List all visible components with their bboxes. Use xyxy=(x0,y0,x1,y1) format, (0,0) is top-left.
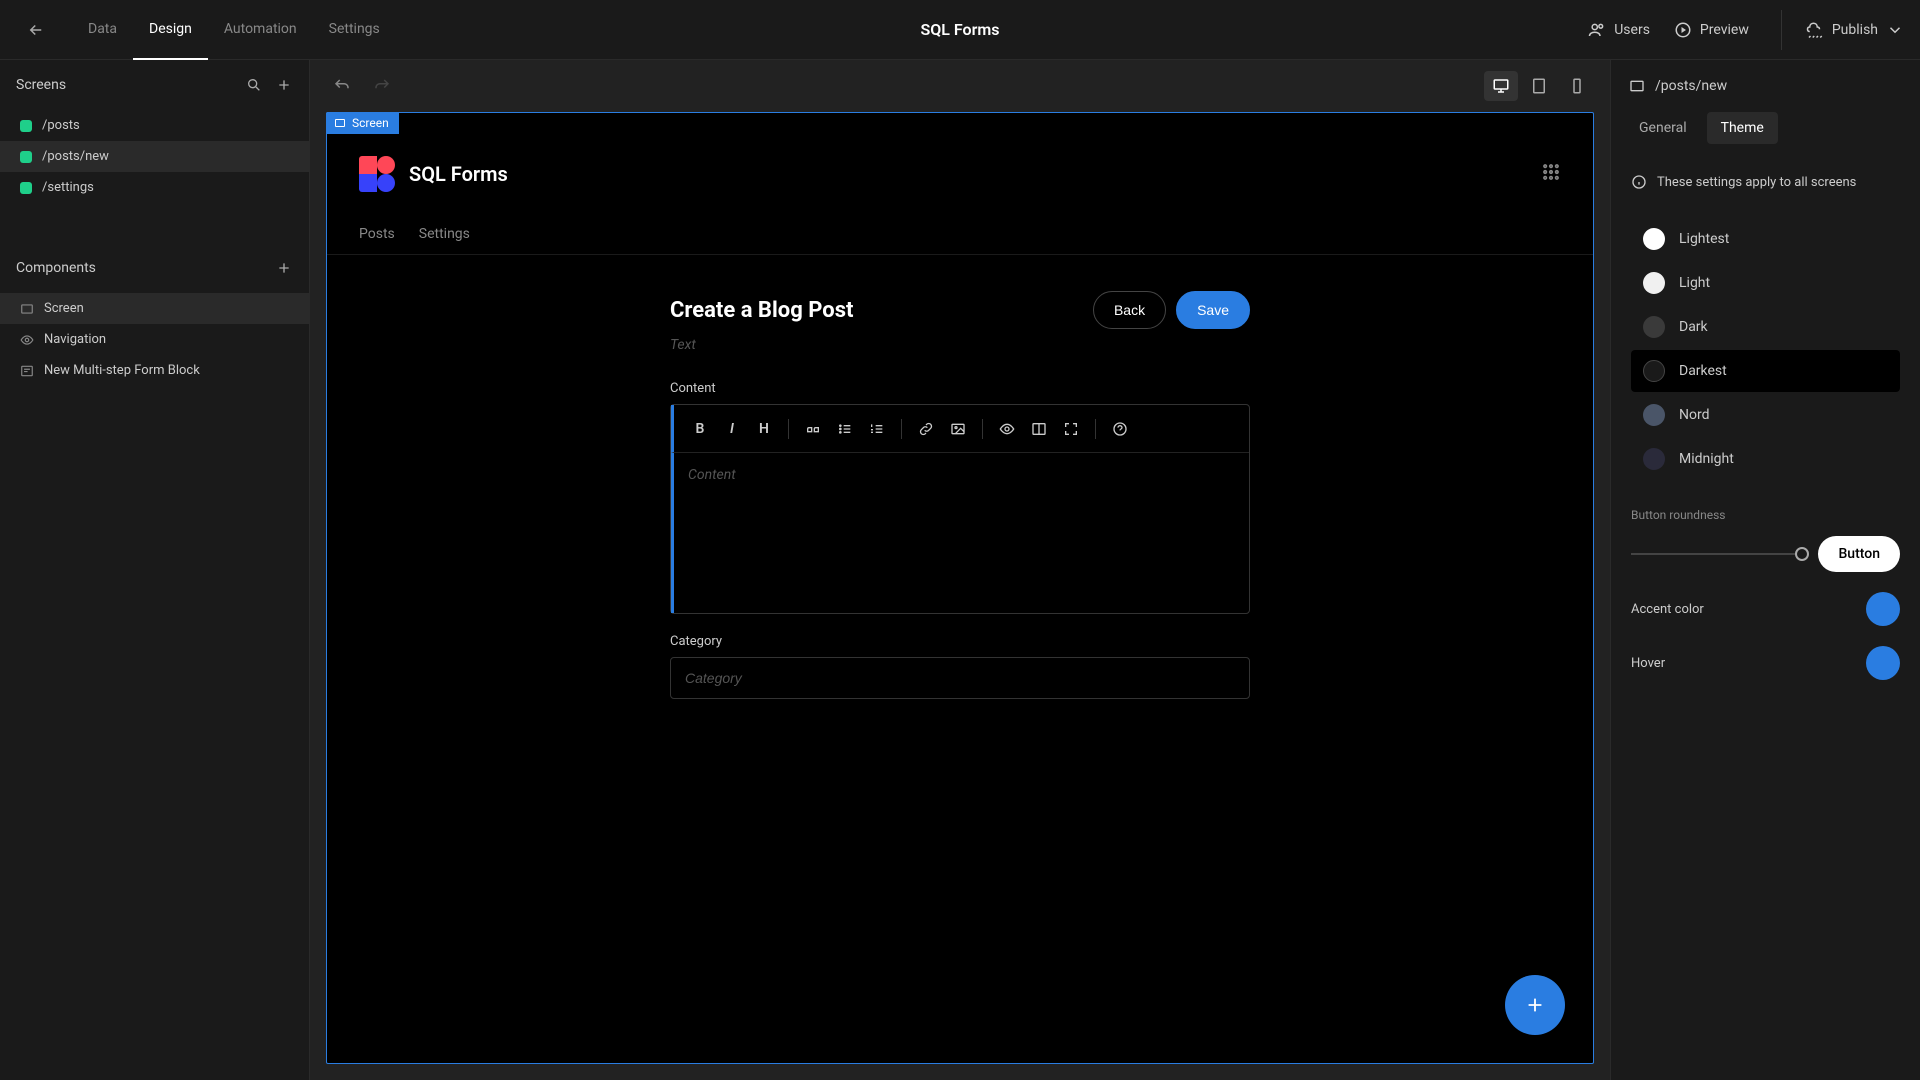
preview-icon[interactable] xyxy=(993,415,1021,443)
component-label: Screen xyxy=(44,301,84,316)
users-label: Users xyxy=(1614,22,1650,38)
content-editor[interactable]: Content xyxy=(671,453,1249,613)
top-tab-data[interactable]: Data xyxy=(72,0,133,60)
add-screen-icon[interactable] xyxy=(275,76,293,94)
split-icon[interactable] xyxy=(1025,415,1053,443)
back-arrow[interactable] xyxy=(16,10,56,50)
tab-general[interactable]: General xyxy=(1625,112,1701,144)
app-title: SQL Forms xyxy=(409,162,508,186)
component-label: New Multi-step Form Block xyxy=(44,363,200,378)
italic-icon[interactable]: I xyxy=(718,415,746,443)
project-title: SQL Forms xyxy=(921,20,1000,39)
components-heading: Components xyxy=(16,260,96,276)
top-tab-automation[interactable]: Automation xyxy=(208,0,313,60)
roundness-slider[interactable] xyxy=(1631,553,1802,555)
top-tab-design[interactable]: Design xyxy=(133,0,208,60)
fab-add[interactable] xyxy=(1505,975,1565,1035)
canvas-frame[interactable]: Screen SQL Forms Posts Settings xyxy=(326,112,1594,1064)
chevron-down-icon xyxy=(1886,21,1904,39)
component-form-block[interactable]: New Multi-step Form Block xyxy=(0,355,309,386)
app-tab-settings[interactable]: Settings xyxy=(419,213,470,254)
ul-icon[interactable] xyxy=(831,415,859,443)
info-icon xyxy=(1631,174,1647,190)
screen-item-posts[interactable]: /posts xyxy=(0,110,309,141)
redo-button[interactable] xyxy=(366,70,398,102)
category-label: Category xyxy=(670,634,1250,649)
component-screen[interactable]: Screen xyxy=(0,293,309,324)
app-logo-icon xyxy=(359,156,395,192)
tab-theme[interactable]: Theme xyxy=(1707,112,1778,144)
theme-label: Dark xyxy=(1679,319,1708,335)
heading-icon[interactable]: H xyxy=(750,415,778,443)
device-desktop[interactable] xyxy=(1484,71,1518,101)
ol-icon[interactable] xyxy=(863,415,891,443)
screen-label: /settings xyxy=(42,180,94,195)
device-tablet[interactable] xyxy=(1522,71,1556,101)
roundness-preview: Button xyxy=(1818,536,1900,572)
help-icon[interactable] xyxy=(1106,415,1134,443)
component-navigation[interactable]: Navigation xyxy=(0,324,309,355)
bold-icon[interactable]: B xyxy=(686,415,714,443)
app-menu-icon[interactable] xyxy=(1541,162,1561,186)
info-text: These settings apply to all screens xyxy=(1657,175,1856,190)
save-button[interactable]: Save xyxy=(1176,291,1250,329)
quote-icon[interactable] xyxy=(799,415,827,443)
link-icon[interactable] xyxy=(912,415,940,443)
screen-path: /posts/new xyxy=(1655,78,1727,94)
users-button[interactable]: Users xyxy=(1588,21,1650,39)
category-input[interactable] xyxy=(670,657,1250,699)
publish-label: Publish xyxy=(1832,22,1878,38)
hover-label: Hover xyxy=(1631,656,1665,671)
app-tab-posts[interactable]: Posts xyxy=(359,213,395,254)
theme-darkest[interactable]: Darkest xyxy=(1631,350,1900,392)
hover-color-picker[interactable] xyxy=(1866,646,1900,680)
component-label: Navigation xyxy=(44,332,106,347)
form-icon xyxy=(20,364,34,378)
form-title: Create a Blog Post xyxy=(670,298,853,323)
publish-button[interactable]: Publish xyxy=(1806,21,1904,39)
search-icon[interactable] xyxy=(245,76,263,94)
screen-item-settings[interactable]: /settings xyxy=(0,172,309,203)
screen-item-posts-new[interactable]: /posts/new xyxy=(0,141,309,172)
frame-tag: Screen xyxy=(326,112,399,134)
accent-color-picker[interactable] xyxy=(1866,592,1900,626)
screen-icon xyxy=(20,302,34,316)
theme-midnight[interactable]: Midnight xyxy=(1631,438,1900,480)
theme-dark[interactable]: Dark xyxy=(1631,306,1900,348)
theme-lightest[interactable]: Lightest xyxy=(1631,218,1900,260)
undo-button[interactable] xyxy=(326,70,358,102)
screens-heading: Screens xyxy=(16,77,66,93)
top-tab-settings[interactable]: Settings xyxy=(313,0,396,60)
theme-label: Midnight xyxy=(1679,451,1734,467)
frame-tag-label: Screen xyxy=(352,116,389,130)
theme-light[interactable]: Light xyxy=(1631,262,1900,304)
theme-label: Darkest xyxy=(1679,363,1727,379)
fullscreen-icon[interactable] xyxy=(1057,415,1085,443)
content-label: Content xyxy=(670,381,1250,396)
accent-label: Accent color xyxy=(1631,602,1704,617)
theme-label: Lightest xyxy=(1679,231,1729,247)
add-component-icon[interactable] xyxy=(275,259,293,277)
screen-label: /posts/new xyxy=(42,149,109,164)
theme-nord[interactable]: Nord xyxy=(1631,394,1900,436)
screen-label: /posts xyxy=(42,118,80,133)
roundness-label: Button roundness xyxy=(1631,508,1900,522)
theme-label: Light xyxy=(1679,275,1710,291)
screen-icon xyxy=(1629,78,1645,94)
form-subtext: Text xyxy=(670,337,1250,353)
preview-button[interactable]: Preview xyxy=(1674,21,1749,39)
device-mobile[interactable] xyxy=(1560,71,1594,101)
theme-label: Nord xyxy=(1679,407,1709,423)
back-button[interactable]: Back xyxy=(1093,291,1166,329)
eye-icon xyxy=(20,333,34,347)
preview-label: Preview xyxy=(1700,22,1749,38)
image-icon[interactable] xyxy=(944,415,972,443)
